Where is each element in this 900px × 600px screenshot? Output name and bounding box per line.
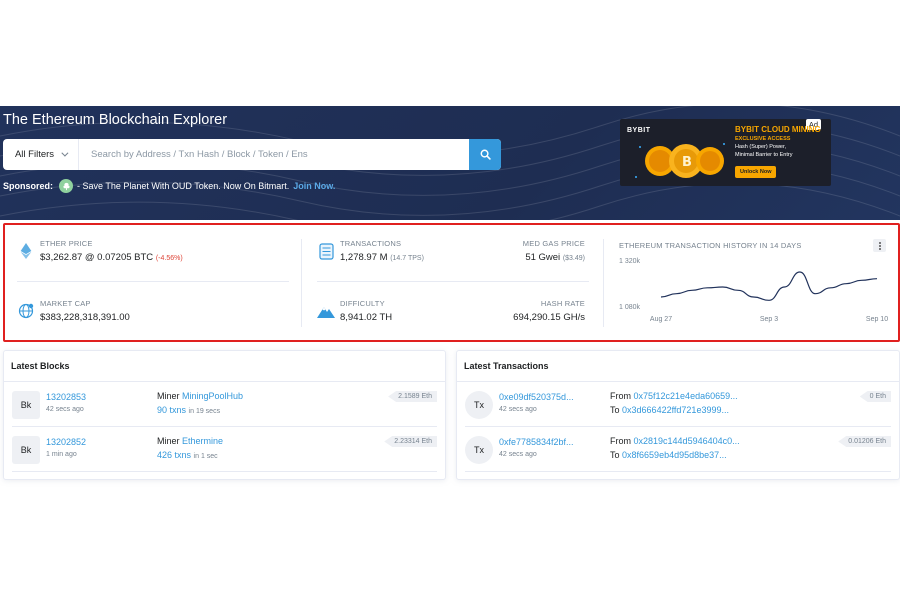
- svg-text:B: B: [682, 155, 692, 170]
- block-txns-line: 426 txns in 1 sec: [157, 450, 218, 460]
- block-badge: Bk: [12, 391, 40, 419]
- transaction-amount-badge: 0.01206 Eth: [838, 436, 891, 447]
- page-title: The Ethereum Blockchain Explorer: [3, 112, 228, 128]
- from-label: From: [610, 391, 631, 401]
- block-txns-link[interactable]: 426 txns: [157, 450, 191, 460]
- from-address-link[interactable]: 0x75f12c21e4eda60659...: [634, 391, 738, 401]
- chart-y-tick-label: 1 320k: [619, 258, 641, 265]
- page: The Ethereum Blockchain Explorer All Fil…: [0, 0, 900, 600]
- chart-x-tick-label: Sep 10: [866, 316, 888, 323]
- block-time: 1 min ago: [46, 451, 77, 458]
- from-label: From: [610, 436, 631, 446]
- sponsored-text: - Save The Planet With OUD Token. Now On…: [77, 181, 290, 191]
- network-stats-card: ETHER PRICE $3,262.87 @ 0.07205 BTC (-4.…: [3, 223, 900, 342]
- ad-subtitle: EXCLUSIVE ACCESS: [735, 136, 791, 142]
- search-bar: All Filters: [3, 139, 501, 170]
- latest-blocks-title: Latest Blocks: [4, 351, 445, 382]
- chart-y-tick-label: 1 080k: [619, 304, 641, 311]
- hero-banner: The Ethereum Blockchain Explorer All Fil…: [0, 106, 900, 220]
- search-button[interactable]: [469, 139, 501, 170]
- to-address-link[interactable]: 0x8f6659eb4d95d8be37...: [622, 450, 727, 460]
- sponsored-label: Sponsored:: [3, 181, 54, 191]
- miner-label: Miner: [157, 436, 180, 446]
- block-row: Bk 13202853 42 secs ago Miner MiningPoolHub…: [12, 382, 437, 427]
- transaction-history-chart: 1 320k 1 080k Aug 27 Sep 3 Sep 10: [619, 258, 888, 323]
- transaction-time: 42 secs ago: [499, 406, 537, 413]
- bitcoin-coins-icon: B: [635, 143, 725, 178]
- block-duration: in 19 secs: [188, 408, 221, 415]
- to-label: To: [610, 405, 620, 415]
- block-row: Bk 13202852 1 min ago Miner Ethermine 426 tx…: [12, 427, 437, 472]
- transaction-amount-badge: 0 Eth: [859, 391, 891, 402]
- from-address-link[interactable]: 0x2819c144d5946404c0...: [634, 436, 740, 446]
- block-number-link[interactable]: 13202853: [46, 392, 86, 402]
- search-icon: [480, 149, 491, 160]
- filter-label: All Filters: [14, 149, 55, 160]
- sponsored-join-link[interactable]: Join Now.: [293, 181, 335, 191]
- filter-dropdown[interactable]: All Filters: [3, 139, 79, 170]
- latest-transactions-panel: Latest Transactions Tx 0xe09df520375d... 4…: [456, 350, 900, 480]
- transaction-badge: Tx: [465, 436, 493, 464]
- ad-title: BYBIT CLOUD MINING: [735, 125, 821, 134]
- bybit-ad-banner[interactable]: BYBIT Ad B BYBIT CLOUD MINING EXCLUSIVE …: [620, 119, 831, 186]
- ad-line-2: Minimal Barrier to Entry: [735, 152, 793, 158]
- search-input[interactable]: [79, 139, 469, 170]
- miner-link[interactable]: MiningPoolHub: [182, 391, 243, 401]
- ad-unlock-button[interactable]: Unlock Now: [735, 166, 777, 178]
- miner-link[interactable]: Ethermine: [182, 436, 223, 446]
- block-miner-line: Miner Ethermine: [157, 436, 223, 446]
- block-badge: Bk: [12, 436, 40, 464]
- latest-transactions-title: Latest Transactions: [457, 351, 899, 382]
- transaction-from-line: From 0x2819c144d5946404c0...: [610, 436, 740, 446]
- transaction-to-line: To 0x3d666422ffd721e3999...: [610, 405, 729, 415]
- block-reward-badge: 2.1589 Eth: [388, 391, 437, 402]
- chart-x-tick-label: Aug 27: [650, 316, 672, 323]
- chart-x-tick-label: Sep 3: [760, 316, 778, 323]
- transaction-hash-link[interactable]: 0xe09df520375d...: [499, 392, 574, 402]
- transaction-hash-link[interactable]: 0xfe7785834f2bf...: [499, 437, 574, 447]
- miner-label: Miner: [157, 391, 180, 401]
- latest-blocks-panel: Latest Blocks Bk 13202853 42 secs ago Miner…: [3, 350, 446, 480]
- chevron-down-icon: [61, 149, 69, 157]
- to-label: To: [610, 450, 620, 460]
- block-txns-link[interactable]: 90 txns: [157, 405, 186, 415]
- ad-line-1: Hash (Super) Power,: [735, 144, 787, 150]
- transaction-row: Tx 0xe09df520375d... 42 secs ago From 0x75f…: [465, 382, 891, 427]
- chart-series-line: [660, 271, 878, 301]
- to-address-link[interactable]: 0x3d666422ffd721e3999...: [622, 405, 729, 415]
- block-number-link[interactable]: 13202852: [46, 437, 86, 447]
- transaction-badge: Tx: [465, 391, 493, 419]
- ad-brand: BYBIT: [627, 127, 651, 134]
- block-txns-line: 90 txns in 19 secs: [157, 405, 220, 415]
- transaction-time: 42 secs ago: [499, 451, 537, 458]
- sponsored-line: Sponsored: - Save The Planet With OUD To…: [3, 179, 335, 193]
- block-reward-badge: 2.23314 Eth: [384, 436, 437, 447]
- transaction-from-line: From 0x75f12c21e4eda60659...: [610, 391, 738, 401]
- block-duration: in 1 sec: [193, 453, 218, 460]
- transaction-row: Tx 0xfe7785834f2bf... 42 secs ago From 0x28…: [465, 427, 891, 472]
- transaction-to-line: To 0x8f6659eb4d95d8be37...: [610, 450, 727, 460]
- block-time: 42 secs ago: [46, 406, 84, 413]
- oud-token-logo-icon: [59, 179, 74, 193]
- block-miner-line: Miner MiningPoolHub: [157, 391, 243, 401]
